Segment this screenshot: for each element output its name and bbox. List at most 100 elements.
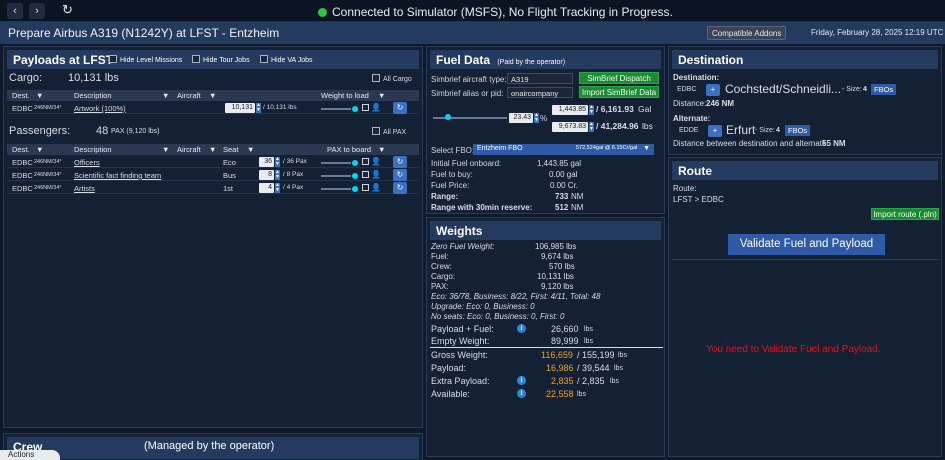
payload-label: Payload: xyxy=(431,363,467,373)
import-route-button[interactable]: Import route (.pln) xyxy=(871,208,939,220)
forward-icon[interactable]: › xyxy=(29,3,45,19)
pax-amount-input[interactable]: 4 xyxy=(259,183,274,193)
add-destination-icon[interactable]: + xyxy=(706,84,720,96)
pax-slider[interactable] xyxy=(321,188,351,190)
extra-payload-label: Extra Payload: xyxy=(431,376,490,386)
fuel-percent-input[interactable]: 23.43 xyxy=(509,113,533,123)
pax-total: 48 xyxy=(96,125,109,137)
person-icon[interactable]: 👤 xyxy=(371,157,381,166)
add-alternate-icon[interactable]: + xyxy=(708,125,722,137)
row-max: / 10,131 lbs xyxy=(263,104,297,111)
pax-label: Passengers: xyxy=(9,125,71,137)
alternate-name[interactable]: Erfurt xyxy=(726,123,755,137)
alternate-fbos-button[interactable]: FBOs xyxy=(785,125,811,136)
stepper-icon[interactable]: ▲ ▼ xyxy=(589,122,594,132)
checkbox-icon[interactable] xyxy=(362,104,369,111)
all-cargo-checkbox[interactable]: All Cargo xyxy=(372,74,412,83)
row-seat: Eco xyxy=(223,158,236,167)
import-simbrief-button[interactable]: Import SimBrief Data xyxy=(579,86,659,98)
person-icon[interactable]: 👤 xyxy=(371,170,381,179)
reload-icon[interactable]: ↻ xyxy=(62,2,73,18)
pax-slider[interactable] xyxy=(321,162,351,164)
filter-icon[interactable]: ▼ xyxy=(247,145,254,154)
simbrief-alias-input[interactable]: onaircompany xyxy=(507,87,573,98)
weights-title: Weights xyxy=(436,224,483,238)
reserve-value: 512 xyxy=(555,203,569,212)
filter-icon[interactable]: ▼ xyxy=(209,145,216,154)
noseats-summary: No seats: Eco: 0, Business: 0, First: 0 xyxy=(431,312,565,321)
cargo-weight-value: 10,131 lbs xyxy=(537,272,574,281)
destination-fbos-button[interactable]: FBOs xyxy=(871,84,897,95)
slider-knob[interactable] xyxy=(352,160,358,166)
payloads-header: Payloads at LFST Hide Level Missions Hid… xyxy=(7,50,419,69)
checkbox-icon[interactable] xyxy=(362,171,369,178)
filter-icon[interactable]: ▼ xyxy=(378,145,385,154)
hide-tour-jobs-checkbox[interactable]: Hide Tour Jobs xyxy=(192,55,250,64)
pax-amount-input[interactable]: 8 xyxy=(259,170,274,180)
refresh-icon[interactable]: ↻ xyxy=(393,169,407,181)
alternate-size-label: - Size: xyxy=(755,127,775,134)
slider-knob[interactable] xyxy=(352,106,358,112)
divider xyxy=(430,347,663,348)
checkbox-icon[interactable] xyxy=(362,184,369,191)
filter-icon[interactable]: ▼ xyxy=(36,91,43,100)
fuel-gal-input[interactable]: 1,443.85 xyxy=(552,105,588,115)
simbrief-type-input[interactable]: A319 xyxy=(507,73,573,84)
row-desc-link[interactable]: Scientific fact finding team xyxy=(74,171,161,180)
stepper-icon[interactable]: ▲ ▼ xyxy=(275,157,280,167)
weights-panel: Weights Zero Fuel Weight: 106,985 lbs Fu… xyxy=(426,217,665,457)
row-desc-link[interactable]: Artists xyxy=(74,184,95,193)
header-dest: Dest. xyxy=(12,91,30,100)
cargo-slider[interactable] xyxy=(321,108,351,110)
refresh-icon[interactable]: ↻ xyxy=(393,182,407,194)
fuel-lbs-input[interactable]: 9,673.83 xyxy=(552,122,588,132)
checkbox-icon[interactable] xyxy=(362,158,369,165)
fuel-gal-unit: Gal xyxy=(638,104,652,114)
header-aircraft: Aircraft xyxy=(177,145,201,154)
fbo-select[interactable]: Entzheim FBO 572,524gal @ 6.15Cr/gal ▼ xyxy=(473,144,654,155)
initial-fuel-label: Initial Fuel onboard: xyxy=(431,159,502,168)
destination-panel: Destination Destination: EDBC + Cochsted… xyxy=(668,46,942,155)
stepper-icon[interactable]: ▲ ▼ xyxy=(256,103,261,113)
payload-max: / 39,544 xyxy=(577,363,610,373)
all-pax-checkbox[interactable]: All PAX xyxy=(372,127,406,136)
validate-button[interactable]: Validate Fuel and Payload xyxy=(728,234,885,255)
slider-knob[interactable] xyxy=(352,173,358,179)
filter-icon[interactable]: ▼ xyxy=(209,91,216,100)
stepper-icon[interactable]: ▲ ▼ xyxy=(589,105,594,115)
row-dest: EDBC xyxy=(12,104,33,113)
slider-knob[interactable] xyxy=(445,114,451,120)
pax-slider[interactable] xyxy=(321,175,351,177)
filter-icon[interactable]: ▼ xyxy=(162,145,169,154)
simbrief-dispatch-button[interactable]: SimBrief Dispatch xyxy=(579,72,659,84)
slider-knob[interactable] xyxy=(352,186,358,192)
stepper-icon[interactable]: ▲ ▼ xyxy=(534,113,539,123)
available-label: Available: xyxy=(431,389,470,399)
compatible-addons-button[interactable]: Compatible Addons xyxy=(707,26,787,40)
row-desc-link[interactable]: Artwork (100%) xyxy=(74,104,126,113)
filter-icon[interactable]: ▼ xyxy=(162,91,169,100)
refresh-icon[interactable]: ↻ xyxy=(393,102,407,114)
cargo-amount-input[interactable]: 10,131 xyxy=(225,103,255,113)
person-icon[interactable]: 👤 xyxy=(371,183,381,192)
actions-button[interactable]: Actions xyxy=(0,450,60,460)
connection-text: Connected to Simulator (MSFS), No Flight… xyxy=(332,5,673,19)
filter-icon[interactable]: ▼ xyxy=(378,91,385,100)
back-icon[interactable]: ‹ xyxy=(7,3,23,19)
pax-amount-input[interactable]: 36 xyxy=(259,157,274,167)
info-icon[interactable]: i xyxy=(517,389,526,398)
stepper-icon[interactable]: ▲ ▼ xyxy=(275,183,280,193)
simbrief-alias-label: Simbrief alias or pid: xyxy=(431,89,504,98)
reserve-label: Range with 30min reserve: xyxy=(431,203,533,212)
available-unit: lbs xyxy=(577,391,586,398)
info-icon[interactable]: i xyxy=(517,324,526,333)
stepper-icon[interactable]: ▲ ▼ xyxy=(275,170,280,180)
filter-icon[interactable]: ▼ xyxy=(36,145,43,154)
refresh-icon[interactable]: ↻ xyxy=(393,156,407,168)
hide-va-jobs-checkbox[interactable]: Hide VA Jobs xyxy=(260,55,313,64)
row-desc-link[interactable]: Officers xyxy=(74,158,100,167)
destination-name[interactable]: Cochstedt/Schneidli... xyxy=(725,82,841,96)
person-icon[interactable]: 👤 xyxy=(371,103,381,112)
info-icon[interactable]: i xyxy=(517,376,526,385)
hide-level-missions-checkbox[interactable]: Hide Level Missions xyxy=(109,55,182,64)
